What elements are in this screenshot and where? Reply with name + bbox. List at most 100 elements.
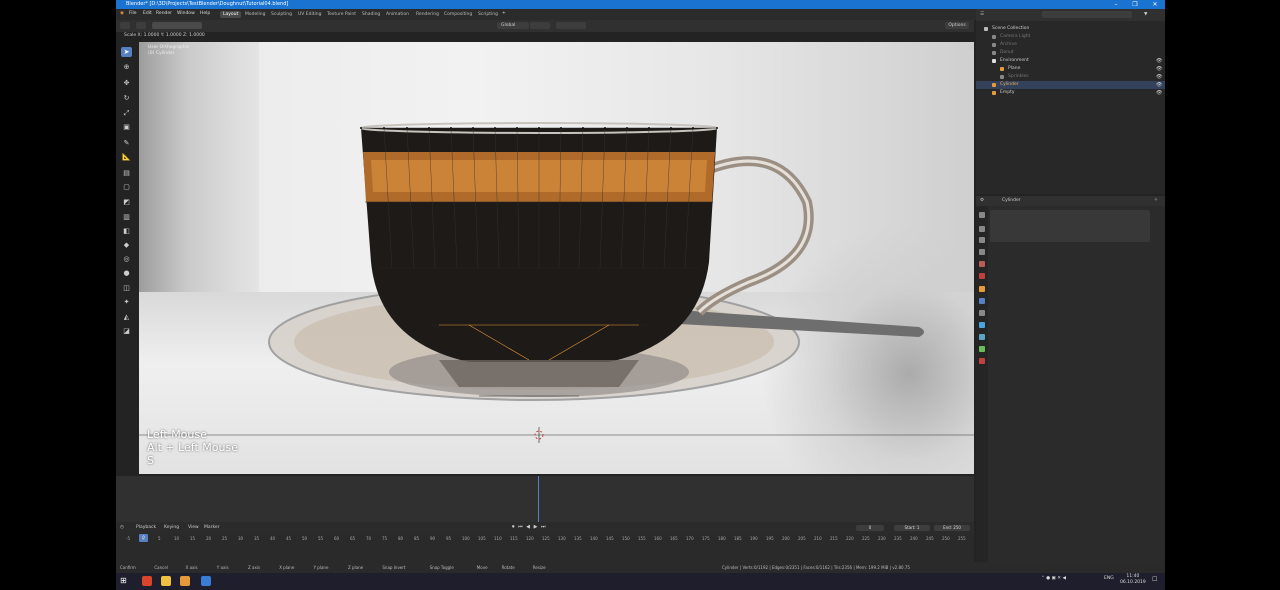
visibility-eye-icon[interactable]: 👁 <box>1156 73 1162 81</box>
blender-taskbar-icon[interactable] <box>180 576 190 586</box>
bevel-icon[interactable]: ◩ <box>121 197 132 207</box>
outliner-row[interactable]: Archive <box>976 41 1165 49</box>
select-box-icon[interactable]: ➤ <box>121 47 132 57</box>
add-workspace-icon[interactable]: + <box>502 11 506 16</box>
select-mode-icon[interactable] <box>136 22 146 29</box>
current-frame-field[interactable]: 0 <box>856 525 884 531</box>
world-tab-icon[interactable] <box>979 273 985 279</box>
move-icon[interactable]: ✥ <box>121 78 132 88</box>
measure-icon[interactable]: 📐 <box>121 152 132 162</box>
filter-icon[interactable]: ▼ <box>1144 12 1147 17</box>
menu-edit[interactable]: Edit <box>143 11 152 16</box>
visibility-eye-icon[interactable]: 👁 <box>1156 57 1162 65</box>
shrink-icon[interactable]: ✦ <box>121 297 132 307</box>
view-layer-tab-icon[interactable] <box>979 249 985 255</box>
menu-render[interactable]: Render <box>156 11 172 16</box>
orientation-dropdown[interactable]: Global <box>497 22 529 29</box>
extrude-icon[interactable]: ▤ <box>121 168 132 178</box>
constraints-tab-icon[interactable] <box>979 334 985 340</box>
timeline-editor-icon[interactable]: ◷ <box>120 525 124 530</box>
visibility-eye-icon[interactable]: 👁 <box>1156 89 1162 97</box>
menu-window[interactable]: Window <box>177 11 195 16</box>
inset-icon[interactable]: ▢ <box>121 182 132 192</box>
menu-keying[interactable]: Keying <box>164 525 179 530</box>
file-explorer-icon[interactable] <box>161 576 171 586</box>
tab-sculpting[interactable]: Sculpting <box>268 11 295 18</box>
outliner-row[interactable]: Cylinder 👁 <box>976 81 1165 89</box>
outliner-search-input[interactable] <box>1042 11 1132 18</box>
close-button[interactable]: ✕ <box>1147 0 1163 9</box>
object-tab-icon[interactable] <box>979 286 985 292</box>
pin-icon[interactable]: ✧ <box>1154 198 1158 203</box>
maximize-button[interactable]: ❐ <box>1127 0 1143 9</box>
start-icon[interactable]: ⊞ <box>120 576 130 586</box>
modifier-tab-icon[interactable] <box>979 298 985 304</box>
render-tab-icon[interactable] <box>979 226 985 232</box>
transform-icon[interactable]: ▣ <box>121 122 132 132</box>
visibility-eye-icon[interactable]: 👁 <box>1156 81 1162 89</box>
outliner-row[interactable]: Empty 👁 <box>976 89 1165 97</box>
menu-view[interactable]: View <box>188 525 199 530</box>
shear-icon[interactable]: ◭ <box>121 312 132 322</box>
scale-icon[interactable]: ⤢ <box>121 108 132 118</box>
tab-layout[interactable]: Layout <box>220 11 242 18</box>
tab-uv-editing[interactable]: UV Editing <box>295 11 324 18</box>
timeline-area[interactable] <box>116 476 974 522</box>
language-indicator[interactable]: ENG <box>1104 576 1114 581</box>
frame-ruler[interactable]: 0 -5 0 5 10 15 20 25 30 35 40 45 50 55 60 65 70 75 80 85 90… <box>116 534 974 562</box>
smooth-icon[interactable]: ● <box>121 268 132 278</box>
output-tab-icon[interactable] <box>979 237 985 243</box>
editor-type-icon[interactable] <box>120 22 130 29</box>
rotate-icon[interactable]: ↻ <box>121 93 132 103</box>
tool-tab-icon[interactable] <box>979 212 985 218</box>
playback-controls-icon[interactable]: ⏺ ⏮ ◀ ▶ ⏭ <box>512 524 547 530</box>
particles-tab-icon[interactable] <box>979 310 985 316</box>
scene-tab-icon[interactable] <box>979 261 985 267</box>
menu-file[interactable]: File <box>129 11 137 16</box>
knife-icon[interactable]: ◧ <box>121 226 132 236</box>
notifications-icon[interactable]: ☐ <box>1152 576 1157 583</box>
data-tab-icon[interactable] <box>979 346 985 352</box>
outliner-row[interactable]: Scene Collection <box>976 25 1165 33</box>
tab-modeling[interactable]: Modeling <box>242 11 268 18</box>
loop-cut-icon[interactable]: ▥ <box>121 212 132 222</box>
edge-slide-icon[interactable]: ◫ <box>121 283 132 293</box>
rip-icon[interactable]: ◪ <box>121 326 132 336</box>
modifier-panel[interactable] <box>990 210 1150 242</box>
mode-selector[interactable] <box>152 22 202 29</box>
outliner-row[interactable]: Camera Light <box>976 33 1165 41</box>
tab-animation[interactable]: Animation <box>383 11 412 18</box>
outliner-row[interactable]: Plane 👁 <box>976 65 1165 73</box>
material-tab-icon[interactable] <box>979 358 985 364</box>
tab-texture-paint[interactable]: Texture Paint <box>324 11 359 18</box>
chrome-icon[interactable] <box>142 576 152 586</box>
outliner-row[interactable]: Donut <box>976 49 1165 57</box>
menu-marker[interactable]: Marker <box>204 525 220 530</box>
physics-tab-icon[interactable] <box>979 322 985 328</box>
annotate-icon[interactable]: ✎ <box>121 138 132 148</box>
menu-playback[interactable]: Playback <box>136 525 156 530</box>
snap-toggle[interactable] <box>556 22 586 29</box>
spin-icon[interactable]: ◎ <box>121 254 132 264</box>
blender-logo-icon[interactable]: ◉ <box>120 11 124 16</box>
viewport-gizmo-icon[interactable] <box>969 44 974 49</box>
visibility-eye-icon[interactable]: 👁 <box>1156 65 1162 73</box>
tab-scripting[interactable]: Scripting <box>475 11 501 18</box>
outliner-editor-icon[interactable]: ☰ <box>980 12 984 17</box>
tray-icons[interactable]: ⌃ ● ▣ ✕ ◀ <box>1041 576 1066 581</box>
3d-viewport[interactable]: User Orthographic (0) Cylinder Left Mous… <box>139 42 974 474</box>
poly-build-icon[interactable]: ◆ <box>121 240 132 250</box>
tab-shading[interactable]: Shading <box>359 11 383 18</box>
minimize-button[interactable]: – <box>1108 0 1124 9</box>
outliner-row[interactable]: Sprinkles 👁 <box>976 73 1165 81</box>
properties-editor-icon[interactable]: ⚙ <box>980 198 984 203</box>
tab-rendering[interactable]: Rendering <box>413 11 442 18</box>
pivot-dropdown[interactable] <box>530 22 550 29</box>
app-taskbar-icon[interactable] <box>201 576 211 586</box>
end-frame-field[interactable]: End: 250 <box>934 525 970 531</box>
tab-compositing[interactable]: Compositing <box>441 11 475 18</box>
menu-help[interactable]: Help <box>200 11 210 16</box>
cursor-icon[interactable]: ⊕ <box>121 62 132 72</box>
clock[interactable]: 11:40 06.10.2019 <box>1120 574 1146 586</box>
start-frame-field[interactable]: Start: 1 <box>894 525 930 531</box>
